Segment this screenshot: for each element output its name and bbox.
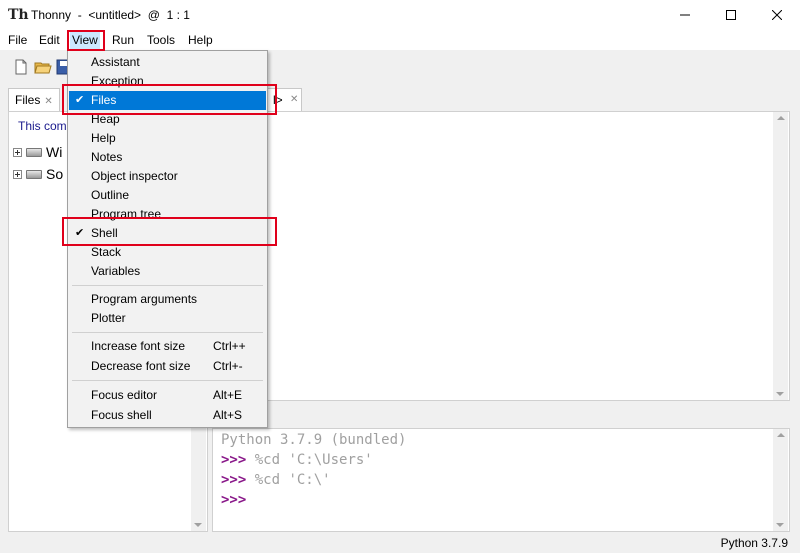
close-tab-icon[interactable]: ✕ (44, 96, 52, 107)
menu-item-label: Decrease font size (91, 359, 191, 373)
minimize-button[interactable] (662, 0, 708, 30)
view-menu-item-program-arguments[interactable]: Program arguments (69, 290, 266, 309)
window-title: Thonny - <untitled> @ 1 : 1 (31, 8, 190, 22)
status-bar: Python 3.7.9 (0, 533, 800, 553)
menu-separator (72, 285, 263, 286)
open-folder-icon[interactable] (34, 58, 52, 76)
view-menu-item-outline[interactable]: Outline (69, 186, 266, 205)
interpreter-status[interactable]: Python 3.7.9 (721, 536, 788, 550)
shell-command: %cd 'C:\Users' (246, 452, 373, 468)
menu-bar: File Edit View Run Tools Help (0, 30, 800, 50)
scroll-up-icon[interactable] (776, 116, 785, 120)
view-menu-item-variables[interactable]: Variables (69, 262, 266, 281)
menu-item-label: Object inspector (91, 169, 178, 183)
menu-item-label: Outline (91, 188, 130, 202)
shell-prompt: >>> (221, 472, 247, 488)
menu-separator (72, 380, 263, 381)
new-file-icon[interactable] (12, 58, 30, 76)
close-button[interactable] (754, 0, 800, 30)
menu-item-shortcut: Ctrl+- (213, 359, 243, 373)
menu-item-label: Increase font size (91, 339, 186, 353)
shell-tab-strip (212, 404, 800, 428)
view-menu-item-help[interactable]: Help (69, 129, 266, 148)
shell-item-highlight (62, 217, 277, 246)
tree-item-drive-1[interactable]: Wi (13, 143, 62, 161)
shell-prompt: >>> (221, 492, 247, 508)
tab-files-label: Files (15, 93, 41, 107)
shell-console[interactable]: Python 3.7.9 (bundled) >>> %cd 'C:\Users… (212, 428, 790, 532)
code-editor[interactable] (212, 111, 790, 401)
menu-item-label: Help (91, 131, 116, 145)
shell-scrollbar[interactable] (773, 429, 788, 531)
files-location-label: This com (18, 119, 67, 133)
menu-file[interactable]: File (6, 32, 29, 49)
menu-item-label: Focus editor (91, 388, 158, 402)
maximize-icon (726, 10, 736, 20)
view-menu-item-decrease-font[interactable]: Decrease font size Ctrl+- (69, 357, 266, 376)
view-menu-item-assistant[interactable]: Assistant (69, 53, 266, 72)
menu-item-label: Focus shell (91, 408, 152, 422)
view-menu-item-focus-shell[interactable]: Focus shell Alt+S (69, 406, 266, 425)
tree-item-drive-2[interactable]: So (13, 165, 63, 183)
shell-prompt: >>> (221, 452, 247, 468)
drive-icon (26, 147, 42, 157)
view-menu-item-plotter[interactable]: Plotter (69, 309, 266, 328)
menu-item-shortcut: Ctrl++ (213, 339, 246, 353)
menu-item-label: Plotter (91, 311, 126, 325)
tree-item-label: So (46, 166, 64, 182)
maximize-button[interactable] (708, 0, 754, 30)
menu-tools[interactable]: Tools (145, 32, 177, 49)
drive-icon (26, 169, 42, 179)
view-menu-item-focus-editor[interactable]: Focus editor Alt+E (69, 386, 266, 405)
menu-separator (72, 332, 263, 333)
menu-item-shortcut: Alt+E (213, 388, 243, 402)
files-item-highlight (62, 84, 277, 115)
menu-item-label: Notes (91, 150, 123, 164)
expand-icon[interactable] (13, 169, 22, 179)
shell-banner: Python 3.7.9 (bundled) (221, 432, 407, 448)
menu-item-label: Program arguments (91, 292, 198, 306)
scroll-up-icon[interactable] (776, 433, 785, 437)
shell-command: %cd 'C:\' (246, 472, 331, 488)
menu-edit[interactable]: Edit (37, 32, 62, 49)
editor-tab-strip: l> ✕ (212, 88, 800, 112)
scroll-down-icon[interactable] (776, 523, 784, 527)
tab-files[interactable]: Files ✕ (8, 88, 60, 112)
close-icon (772, 10, 782, 20)
expand-icon[interactable] (13, 147, 22, 157)
menu-item-label: Assistant (91, 55, 140, 69)
scroll-down-icon[interactable] (776, 392, 784, 396)
menu-run[interactable]: Run (110, 32, 136, 49)
menu-item-shortcut: Alt+S (213, 408, 243, 422)
view-menu-item-notes[interactable]: Notes (69, 148, 266, 167)
editor-scrollbar[interactable] (773, 112, 788, 400)
view-menu-item-object-inspector[interactable]: Object inspector (69, 167, 266, 186)
title-bar: Th Thonny - <untitled> @ 1 : 1 (0, 0, 800, 30)
view-menu-item-increase-font[interactable]: Increase font size Ctrl++ (69, 337, 266, 356)
minimize-icon (680, 14, 690, 16)
close-tab-icon[interactable]: ✕ (290, 89, 298, 111)
menu-help[interactable]: Help (186, 32, 215, 49)
view-menu-highlight (67, 30, 105, 51)
tree-item-label: Wi (46, 144, 63, 160)
menu-item-label: Variables (91, 264, 141, 278)
thonny-logo-icon: Th (8, 7, 29, 23)
scroll-down-icon[interactable] (194, 523, 202, 527)
